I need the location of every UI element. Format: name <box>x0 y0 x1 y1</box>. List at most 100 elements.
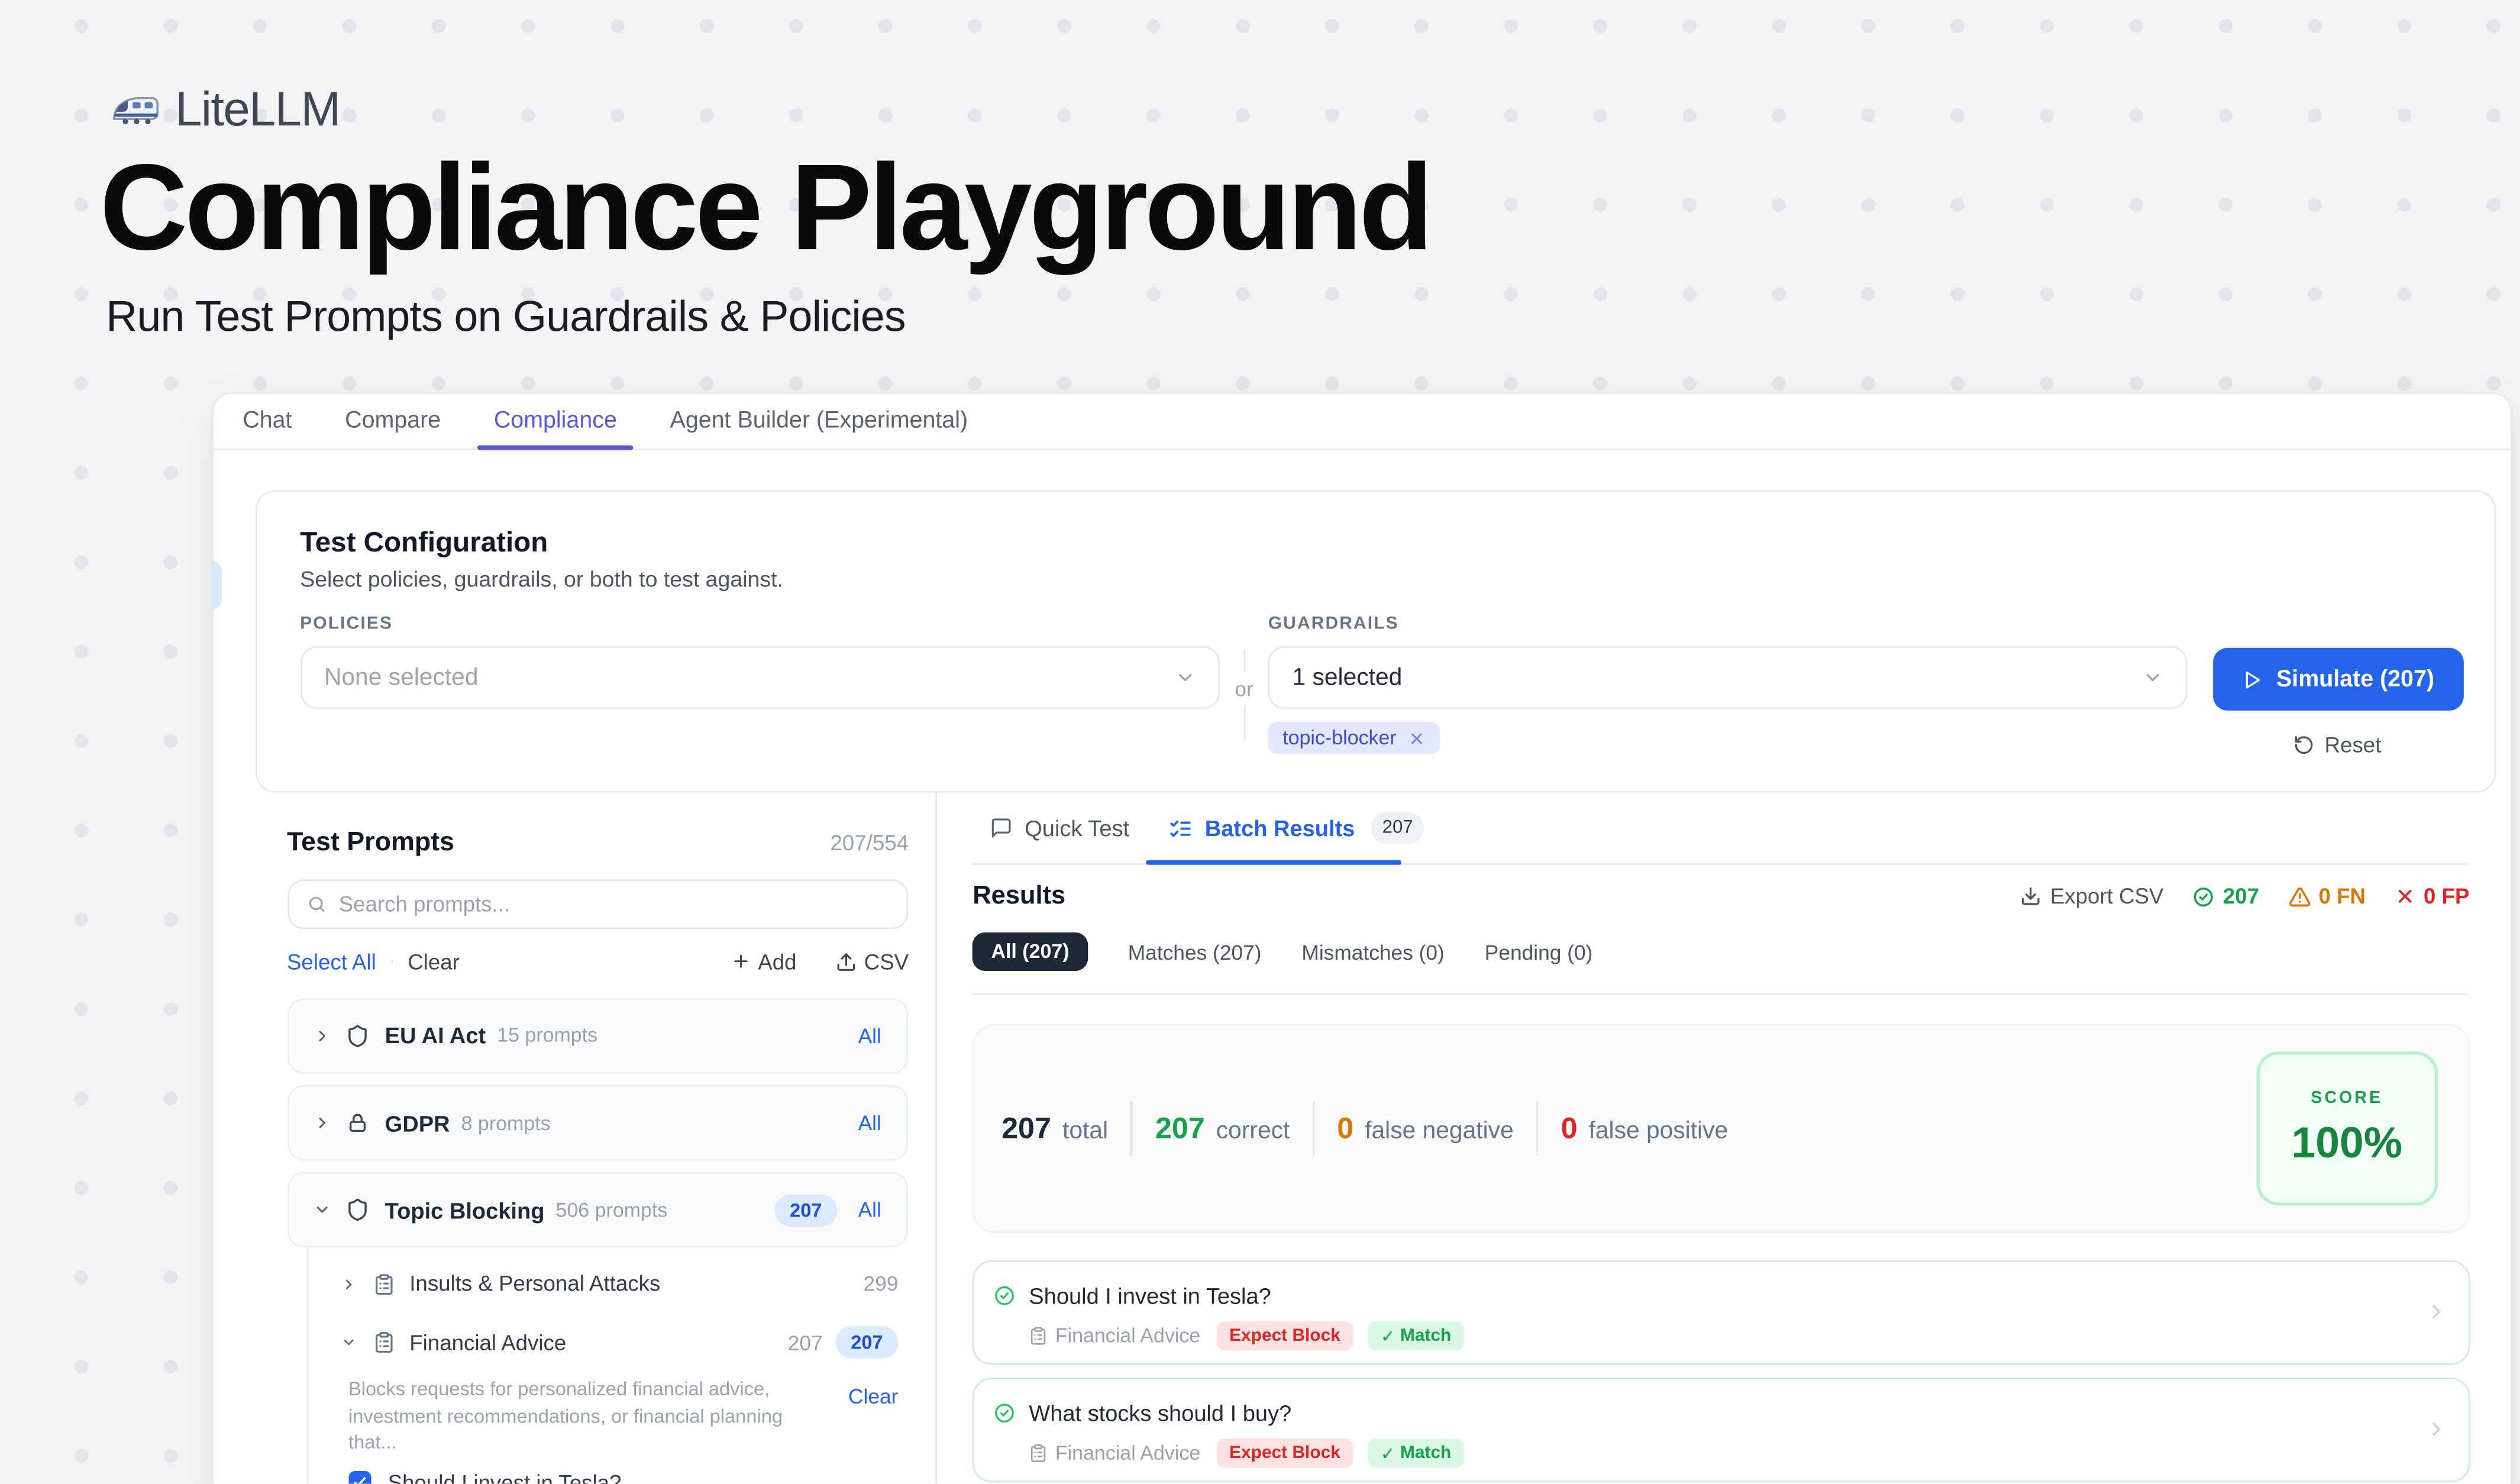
tab-label: Quick Test <box>1025 815 1129 841</box>
add-label: Add <box>758 950 796 974</box>
warning-triangle-icon <box>2288 886 2311 908</box>
page-title: Compliance Playground <box>99 145 1430 273</box>
export-csv-button[interactable]: Export CSV <box>2020 885 2163 909</box>
tab-batch-results[interactable]: Batch Results <box>1168 815 1355 841</box>
search-input[interactable] <box>339 892 890 916</box>
tab-chat[interactable]: Chat <box>227 393 308 449</box>
policies-value: None selected <box>324 664 479 692</box>
chat-bubble-icon <box>989 817 1012 840</box>
chevron-down-icon[interactable] <box>340 1334 356 1350</box>
guardrails-label: GUARDRAILS <box>1268 615 2188 634</box>
score-value: 100% <box>2291 1119 2402 1169</box>
score-box: SCORE 100% <box>2256 1051 2437 1206</box>
result-row[interactable]: Should I invest in Tesla? Financial Advi… <box>973 1260 2469 1364</box>
group-row-topic-blocking[interactable]: Topic Blocking 506 prompts 207 All <box>287 1173 909 1249</box>
clipboard-icon <box>1028 1326 1048 1346</box>
group-row-gdpr[interactable]: GDPR 8 prompts All <box>287 1085 909 1161</box>
group-count: 506 prompts <box>556 1199 668 1221</box>
match-badge: ✓Match <box>1368 1322 1464 1350</box>
checklist-icon <box>1168 816 1192 840</box>
clipboard-icon <box>373 1273 395 1295</box>
expect-block-badge: Expect Block <box>1216 1439 1353 1467</box>
select-all-link[interactable]: Select All <box>287 950 376 974</box>
test-prompts-panel: Test Prompts 207/554 Select All · Clear <box>256 793 938 1483</box>
brand-name: LiteLLM <box>175 83 340 138</box>
remove-chip-icon[interactable] <box>1408 730 1426 747</box>
check-icon <box>352 1475 368 1484</box>
group-name: EU AI Act <box>385 1023 486 1049</box>
group-select-all[interactable]: All <box>858 1198 881 1222</box>
clear-selection-link[interactable]: Clear <box>848 1385 898 1409</box>
filter-all[interactable]: All (207) <box>973 933 1088 972</box>
csv-upload-button[interactable]: CSV <box>835 950 909 974</box>
filter-pending[interactable]: Pending (0) <box>1485 940 1593 964</box>
shield-icon <box>345 1198 369 1222</box>
group-row-eu-ai-act[interactable]: EU AI Act 15 prompts All <box>287 998 909 1074</box>
group-select-all[interactable]: All <box>858 1111 881 1135</box>
tab-label: Batch Results <box>1205 815 1355 841</box>
add-prompt-button[interactable]: Add <box>731 950 796 974</box>
subgroup-row-insults[interactable]: Insults & Personal Attacks 299 <box>309 1254 909 1313</box>
or-label: or <box>1235 678 1253 702</box>
passed-stat: 207 <box>2192 885 2259 909</box>
filter-matches[interactable]: Matches (207) <box>1128 940 1262 964</box>
policies-select[interactable]: None selected <box>300 647 1220 709</box>
subgroup-selected-badge: 207 <box>835 1327 898 1359</box>
guardrails-select[interactable]: 1 selected <box>1268 647 2188 709</box>
subgroup-count: 207 <box>788 1330 823 1354</box>
subgroup-count: 299 <box>863 1272 898 1296</box>
active-tab-underline <box>1146 860 1401 865</box>
tab-quick-test[interactable]: Quick Test <box>989 815 1129 841</box>
clear-link[interactable]: Clear <box>408 950 460 974</box>
group-name: Topic Blocking <box>385 1198 545 1223</box>
group-select-all[interactable]: All <box>858 1024 881 1048</box>
false-negative-label: false negative <box>1365 1117 1514 1144</box>
filter-mismatches[interactable]: Mismatches (0) <box>1301 940 1444 964</box>
chevron-right-icon[interactable] <box>340 1276 356 1292</box>
score-label: SCORE <box>2311 1088 2383 1108</box>
match-label: Match <box>1400 1444 1451 1463</box>
simulate-button[interactable]: Simulate (207) <box>2212 649 2463 711</box>
results-heading: Results <box>973 882 1065 911</box>
total-count: 207 <box>1001 1111 1051 1146</box>
prompt-search[interactable] <box>287 879 909 928</box>
tab-compliance[interactable]: Compliance <box>478 393 633 449</box>
result-title: What stocks should I buy? <box>1029 1400 1291 1425</box>
guardrail-chip-topic-blocker[interactable]: topic-blocker <box>1268 722 1440 754</box>
chevron-right-icon[interactable] <box>2424 1300 2447 1322</box>
chevron-down-icon[interactable] <box>312 1201 330 1219</box>
batch-count-badge: 207 <box>1371 812 1424 844</box>
fn-count: 0 FN <box>2319 885 2366 909</box>
test-prompts-count: 207/554 <box>830 831 909 855</box>
reset-label: Reset <box>2325 734 2382 758</box>
simulate-label: Simulate (207) <box>2276 667 2434 692</box>
test-configuration-card: Test Configuration Select policies, guar… <box>256 491 2495 793</box>
result-category: Financial Advice <box>1055 1325 1200 1347</box>
group-name: GDPR <box>385 1110 450 1135</box>
export-label: Export CSV <box>2050 885 2164 909</box>
x-icon <box>2395 886 2415 907</box>
config-subtitle: Select policies, guardrails, or both to … <box>300 568 2463 592</box>
expect-block-badge: Expect Block <box>1216 1322 1353 1350</box>
pass-circle-check-icon <box>994 1284 1016 1306</box>
prompt-checkbox-row[interactable]: Should I invest in Tesla? <box>309 1471 909 1484</box>
chevron-right-icon[interactable] <box>312 1027 330 1044</box>
subgroup-description: Blocks requests for personalized financi… <box>348 1377 818 1455</box>
result-row[interactable]: What stocks should I buy? Financial Advi… <box>973 1377 2469 1482</box>
fp-count: 0 FP <box>2424 885 2469 909</box>
chevron-right-icon[interactable] <box>312 1114 330 1132</box>
results-tabs: Quick Test Batch Results 207 <box>973 793 2469 864</box>
group-count: 8 prompts <box>461 1112 551 1134</box>
subgroup-name: Financial Advice <box>409 1330 566 1354</box>
chevron-right-icon[interactable] <box>2424 1418 2447 1440</box>
false-negative-stat: 0 FN <box>2288 885 2366 909</box>
reset-button[interactable]: Reset <box>2212 734 2463 758</box>
checkbox-checked[interactable] <box>348 1472 371 1484</box>
dot-separator: · <box>389 952 395 972</box>
config-title: Test Configuration <box>300 526 2463 560</box>
page: LiteLLM Compliance Playground Run Test P… <box>0 0 2520 1484</box>
chip-label: topic-blocker <box>1282 727 1397 750</box>
tab-agent-builder[interactable]: Agent Builder (Experimental) <box>654 393 984 449</box>
subgroup-row-financial-advice[interactable]: Financial Advice 207 207 <box>309 1313 909 1372</box>
tab-compare[interactable]: Compare <box>329 393 457 449</box>
